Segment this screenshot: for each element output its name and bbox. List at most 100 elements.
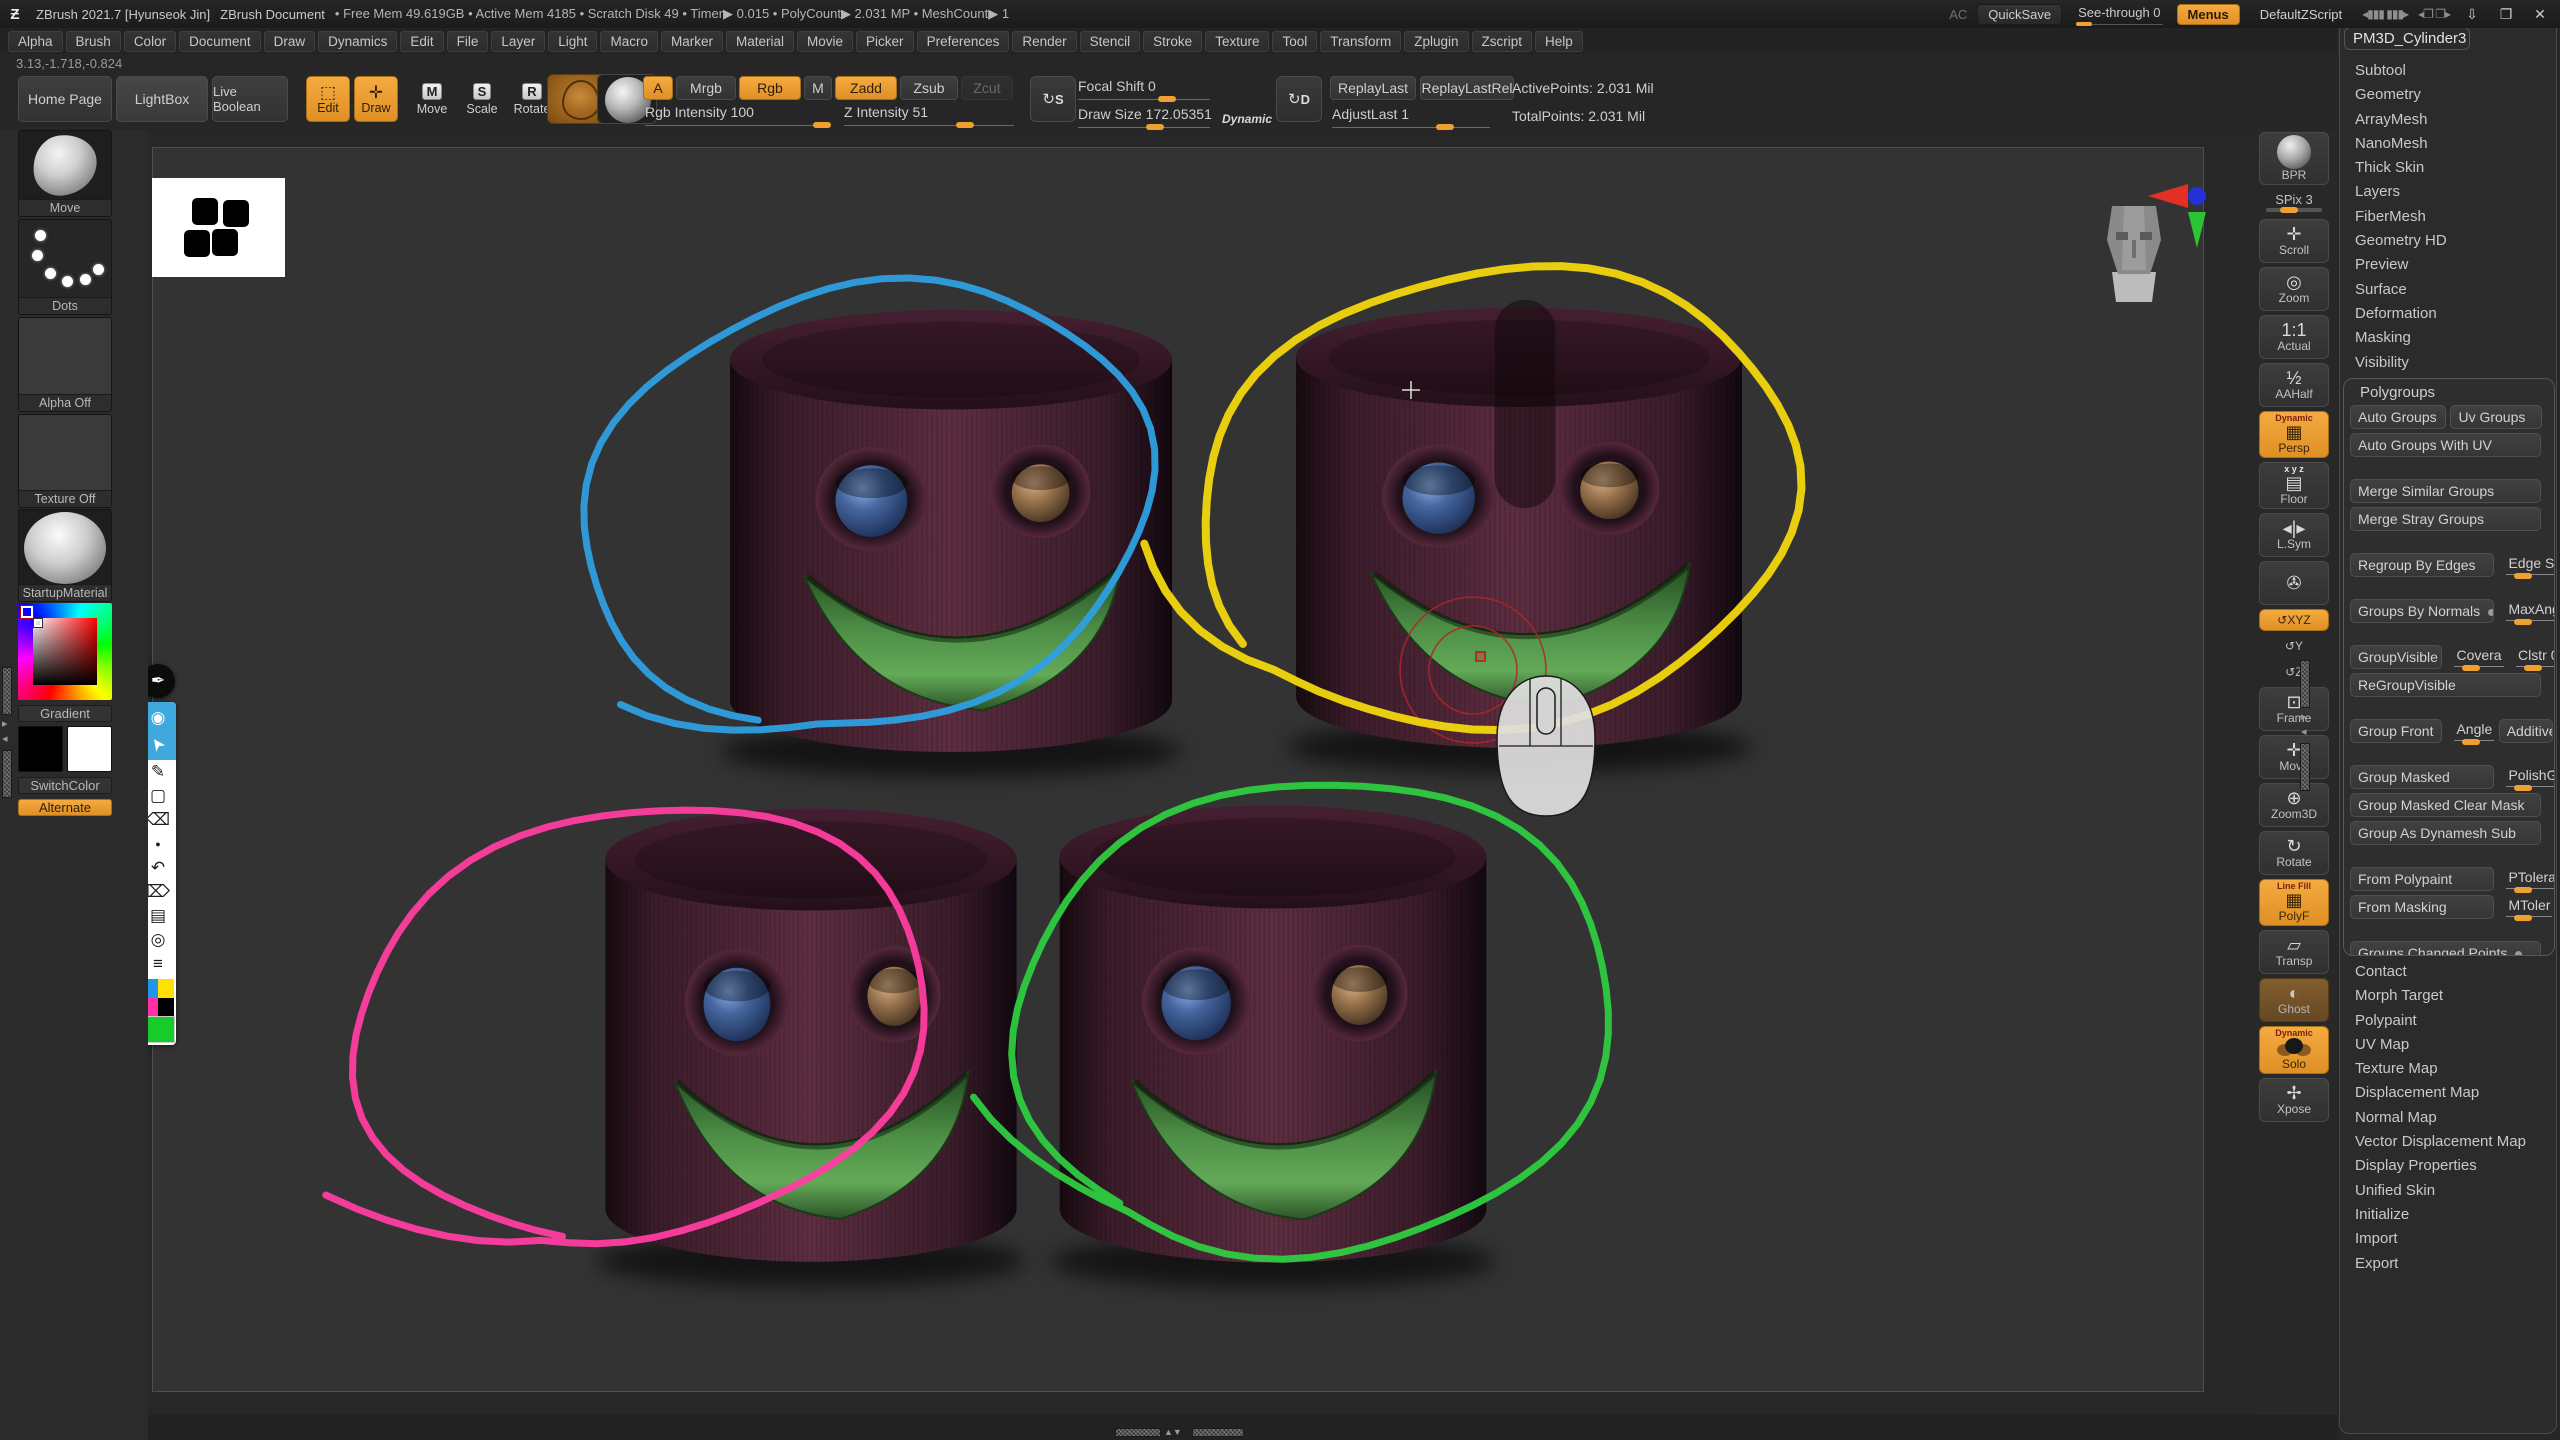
whiteboard-icon[interactable]: ▤ [145,904,171,928]
menu-item[interactable]: Material [726,31,794,52]
tool-section-item[interactable]: Display Properties [2340,1154,2556,1178]
shelf-aahalf-button[interactable]: ½AAHalf [2259,363,2329,407]
gradient-label[interactable]: Gradient [18,705,112,722]
shelf-persp-button[interactable]: Dynamic▦Persp [2259,411,2329,458]
right-tray-divider[interactable] [2300,660,2310,708]
edge-smoothness-slider[interactable]: Edge Se [2506,553,2555,575]
tool-section-item[interactable]: Morph Target [2340,984,2556,1008]
shelf-scroll-button[interactable]: ✛Scroll [2259,219,2329,263]
shelf-y-button[interactable]: ↺Y [2259,635,2329,657]
menu-item[interactable]: Preferences [917,31,1010,52]
move-button[interactable]: MMove [408,76,456,122]
spix-slider[interactable] [2266,208,2322,212]
dynamic-label[interactable]: Dynamic [1222,112,1272,126]
menu-item[interactable]: Color [124,31,176,52]
draw-button[interactable]: ✛Draw [354,76,398,122]
edit-button[interactable]: ⬚Edit [306,76,350,122]
tool-section-item[interactable]: Visibility [2340,351,2556,375]
focal-shift-slider[interactable]: Focal Shift 0 [1078,78,1210,100]
shape-icon[interactable]: ▢ [145,784,171,808]
rgb-toggle[interactable]: Rgb [739,76,801,100]
tool-section-item[interactable]: Subtool [2340,59,2556,83]
scale-button[interactable]: SScale [458,76,506,122]
tool-section-item[interactable]: Export [2340,1252,2556,1276]
see-through-handle[interactable] [2076,22,2092,26]
menu-item[interactable]: Help [1535,31,1583,52]
tool-section-item[interactable]: Masking [2340,326,2556,350]
group-front-button[interactable]: Group Front [2350,719,2442,743]
bottom-tray-arrows[interactable]: ▲▼ [1164,1427,1182,1438]
auto-groups-with-uv-button[interactable]: Auto Groups With UV [2350,433,2541,457]
tray-selector-move[interactable]: Move [18,130,112,217]
replay-last-rel-button[interactable]: ReplayLastRel [1420,76,1514,100]
tool-section-item[interactable]: Layers [2340,180,2556,204]
shelf-solo-button[interactable]: DynamicSolo [2259,1026,2329,1074]
menu-item[interactable]: Document [179,31,261,52]
shelf-zoom3d-button[interactable]: ⊕Zoom3D [2259,783,2329,827]
auto-groups-button[interactable]: Auto Groups [2350,405,2446,429]
menu-item[interactable]: Brush [66,31,121,52]
polygroups-header[interactable]: Polygroups [2350,383,2554,403]
menu-item[interactable]: Marker [661,31,723,52]
shelf-move-button[interactable]: ✛Move [2259,735,2329,779]
tool-section-item[interactable]: Displacement Map [2340,1081,2556,1105]
lock-camera[interactable]: ✇ [2259,561,2329,605]
merge-stray-groups-button[interactable]: Merge Stray Groups [2350,507,2541,531]
tool-section-item[interactable]: Polypaint [2340,1009,2556,1033]
clipboard-icon[interactable]: ≡ [145,952,171,976]
menu-item[interactable]: Movie [797,31,853,52]
right-tray-open-arrow[interactable]: ▸ [2301,712,2307,723]
eye-icon[interactable]: ◉ [145,706,171,730]
menu-item[interactable]: Layer [491,31,545,52]
tool-section-item[interactable]: UV Map [2340,1033,2556,1057]
tool-section-item[interactable]: Thick Skin [2340,156,2556,180]
menu-item[interactable]: Transform [1320,31,1401,52]
shelf-zoom-button[interactable]: ◎Zoom [2259,267,2329,311]
lightbox-button[interactable]: LightBox [116,76,208,122]
secondary-color-swatch[interactable] [67,726,112,772]
groups-changed-points-button[interactable]: Groups Changed Points [2350,941,2541,956]
minimize-button[interactable]: ⇩ [2460,6,2484,23]
bottom-tray-divider[interactable] [1115,1428,1161,1437]
left-tray-divider[interactable] [2,667,12,715]
shelf-l-sym-button[interactable]: ◂|▸L.Sym [2259,513,2329,557]
shelf-xyz-button[interactable]: ↺XYZ [2259,609,2329,631]
sv-square[interactable] [33,618,97,685]
close-button[interactable]: ✕ [2528,6,2552,23]
tray-selector-startupmaterial[interactable]: StartupMaterial [18,509,112,602]
shelf-ghost-button[interactable]: ◐Ghost [2259,978,2329,1022]
tool-section-item[interactable]: Surface [2340,278,2556,302]
polish-groups-slider[interactable]: PolishG [2506,765,2555,787]
zcut-toggle[interactable]: Zcut [961,76,1013,100]
active-tool-name[interactable]: PM3D_Cylinder3 [2344,27,2470,50]
shelf-actual-button[interactable]: 1:1Actual [2259,315,2329,359]
document-thumbnail[interactable] [152,178,285,277]
shelf-xpose-button[interactable]: ✢Xpose [2259,1078,2329,1122]
from-polypaint-button[interactable]: From Polypaint [2350,867,2494,891]
menu-item[interactable]: Draw [264,31,316,52]
tray-selector-texture-off[interactable]: Texture Off [18,414,112,508]
tray-selector-alpha-off[interactable]: Alpha Off [18,317,112,412]
menu-item[interactable]: Dynamics [318,31,397,52]
sculpt-canvas[interactable] [152,147,2204,1392]
menus-button[interactable]: Menus [2177,4,2240,25]
main-color-swatch[interactable] [18,726,63,772]
left-tray-divider-2[interactable] [2,750,12,798]
menu-item[interactable]: Edit [400,31,443,52]
menu-item[interactable]: Picker [856,31,914,52]
shelf-rotate-button[interactable]: ↻Rotate [2259,831,2329,875]
mask-tolerance-slider[interactable]: MToler [2506,895,2552,917]
right-tray-divider-2[interactable] [2300,743,2310,791]
group-masked-clear-mask-button[interactable]: Group Masked Clear Mask [2350,793,2541,817]
tool-section-item[interactable]: FiberMesh [2340,205,2556,229]
menu-item[interactable]: Macro [600,31,658,52]
draw-mode-selector[interactable]: ↻D [1276,76,1322,122]
stroke-selector[interactable]: ↻S [1030,76,1076,122]
tool-section-item[interactable]: Unified Skin [2340,1179,2556,1203]
group-visible-button[interactable]: GroupVisible [2350,645,2442,669]
paint-a-toggle[interactable]: A [643,76,673,100]
tray-selector-dots[interactable]: Dots [18,219,112,315]
shelf-spix-3-button[interactable]: SPix 3 [2259,189,2329,215]
color-swatch[interactable] [158,998,174,1017]
coverage-slider[interactable]: Covera [2454,645,2503,667]
